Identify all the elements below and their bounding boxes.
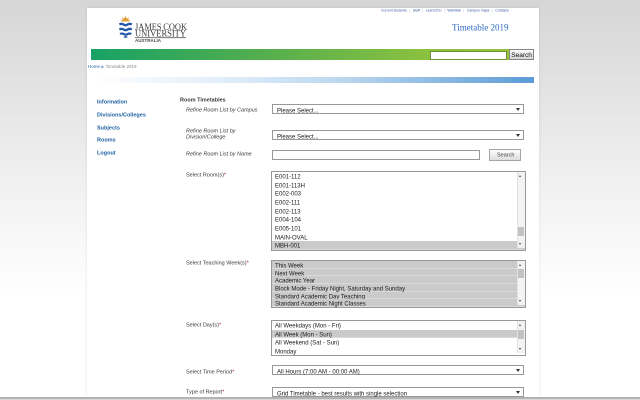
svg-text:AUSTRALIA: AUSTRALIA [135, 38, 162, 43]
